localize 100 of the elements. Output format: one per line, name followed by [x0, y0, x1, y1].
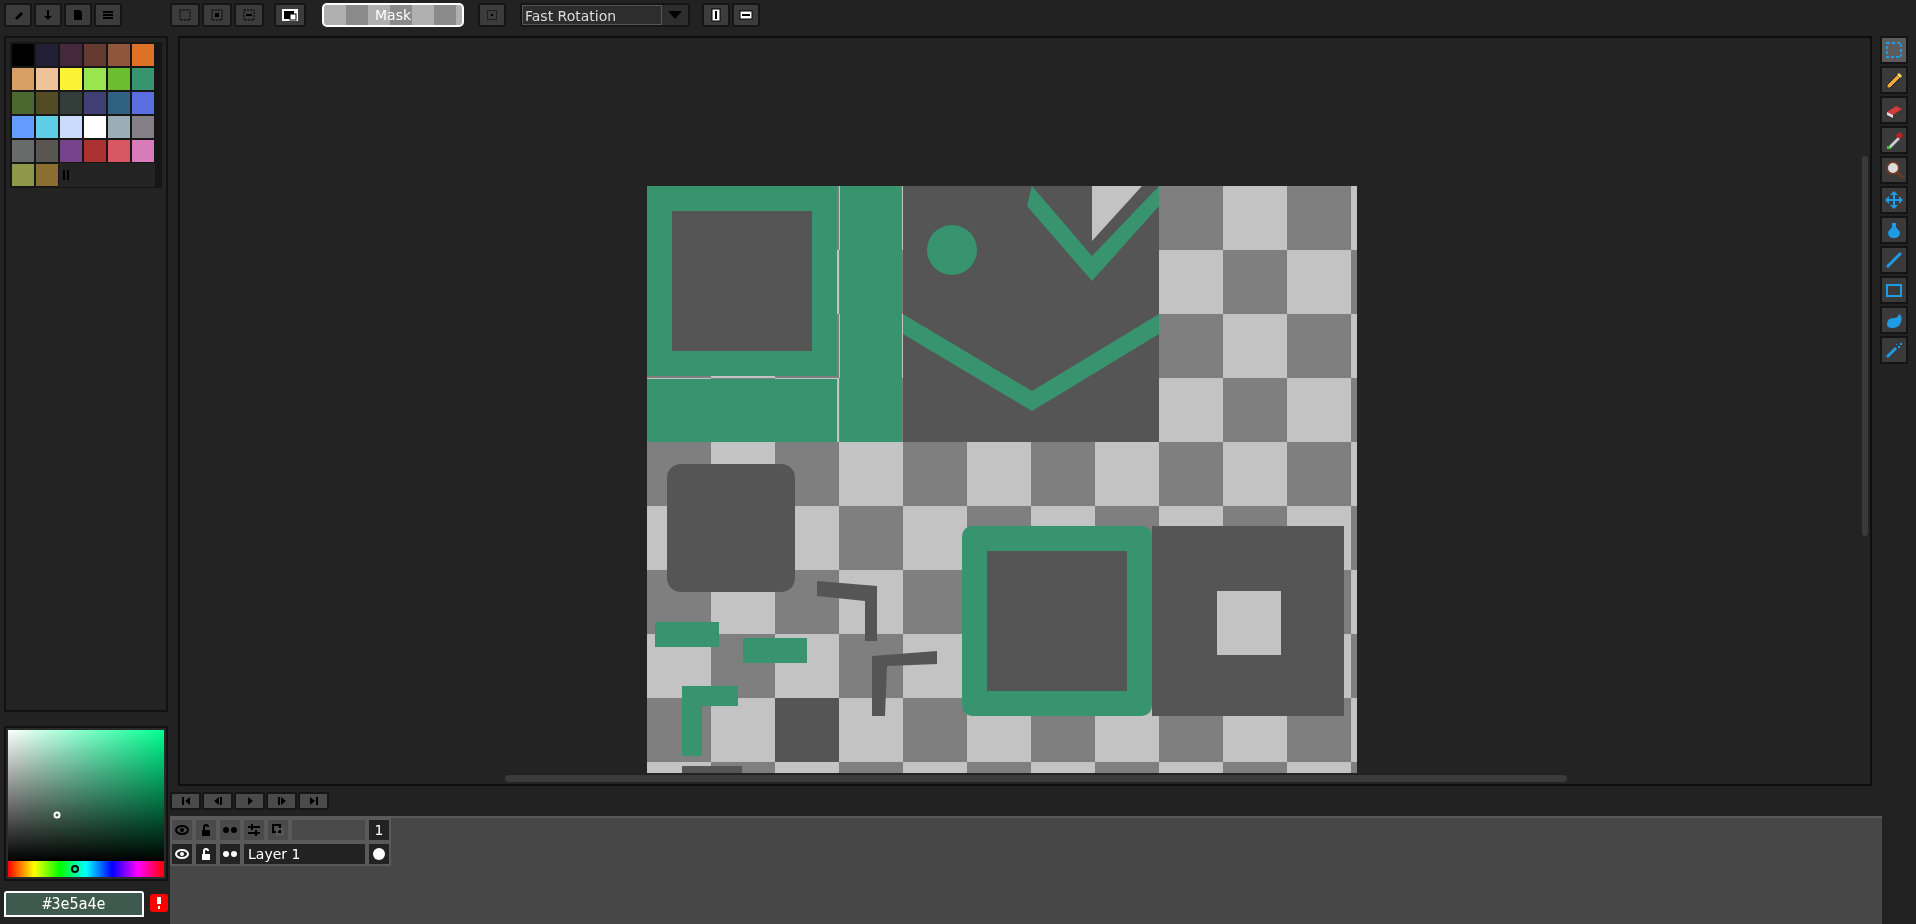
- flip-icon: [711, 8, 721, 22]
- linked-dots-icon: [223, 850, 237, 858]
- spray-icon: [1884, 340, 1904, 360]
- layer-name[interactable]: Layer 1: [242, 842, 367, 866]
- pencil-icon: [1884, 70, 1904, 90]
- eye-icon: [175, 849, 189, 859]
- palette-swatch[interactable]: [36, 164, 58, 186]
- rectangle-tool-button[interactable]: [1880, 276, 1908, 304]
- palette-swatch[interactable]: [36, 68, 58, 90]
- dashed-square-icon: [211, 9, 223, 21]
- toggle-lock-button[interactable]: [194, 818, 218, 842]
- import-button[interactable]: [34, 3, 62, 27]
- palette-swatch[interactable]: [108, 140, 130, 162]
- palette-swatch[interactable]: [12, 140, 34, 162]
- palette-swatch[interactable]: [12, 92, 34, 114]
- onion-skin-button[interactable]: [266, 818, 290, 842]
- palette-swatch[interactable]: [108, 92, 130, 114]
- palette-swatch[interactable]: [36, 140, 58, 162]
- picker-cursor[interactable]: [53, 811, 61, 819]
- step-back-icon: [212, 796, 223, 806]
- palette-swatch[interactable]: [60, 44, 82, 66]
- palette-swatch[interactable]: [84, 92, 106, 114]
- rotation-dropdown[interactable]: Fast Rotation: [520, 3, 690, 27]
- palette-swatch[interactable]: [60, 68, 82, 90]
- play-button[interactable]: [234, 792, 265, 810]
- grip-icon: [63, 170, 69, 180]
- flip-icon: [739, 10, 753, 20]
- previous-frame-button[interactable]: [202, 792, 233, 810]
- palette-swatch[interactable]: [84, 116, 106, 138]
- palette-swatch[interactable]: [12, 68, 34, 90]
- palette-swatch[interactable]: [108, 68, 130, 90]
- frame-number[interactable]: 1: [367, 818, 391, 842]
- hex-color-field[interactable]: #3e5a4e: [4, 891, 144, 917]
- palette-swatch[interactable]: [132, 44, 154, 66]
- palette-swatch[interactable]: [132, 116, 154, 138]
- next-frame-button[interactable]: [266, 792, 297, 810]
- palette-swatch[interactable]: [60, 92, 82, 114]
- skip-forward-icon: [308, 796, 319, 806]
- hue-slider[interactable]: [8, 861, 164, 877]
- hue-slider-thumb[interactable]: [71, 865, 80, 874]
- menu-icon: [103, 10, 113, 20]
- palette-swatch[interactable]: [132, 140, 154, 162]
- new-button[interactable]: [4, 3, 32, 27]
- link-toggle[interactable]: [218, 842, 242, 866]
- palette-swatch[interactable]: [12, 164, 34, 186]
- blob-tool-button[interactable]: [1880, 306, 1908, 334]
- palette-swatch[interactable]: [108, 44, 130, 66]
- unlocked-icon: [200, 848, 212, 860]
- last-frame-button[interactable]: [298, 792, 329, 810]
- zoom-tool-button[interactable]: [1880, 156, 1908, 184]
- lock-toggle[interactable]: [194, 842, 218, 866]
- palette-swatch[interactable]: [132, 68, 154, 90]
- eraser-tool-button[interactable]: [1880, 96, 1908, 124]
- grid-button[interactable]: [478, 3, 506, 27]
- select-all-button[interactable]: [170, 3, 200, 27]
- caret-down-icon: [668, 11, 682, 19]
- palette-swatch[interactable]: [84, 68, 106, 90]
- exclamation-icon: [156, 897, 162, 909]
- palette-swatch[interactable]: [36, 44, 58, 66]
- color-picker-square[interactable]: [8, 730, 164, 862]
- palette-swatch[interactable]: [108, 116, 130, 138]
- filled-circle-icon: [373, 848, 385, 860]
- warning-button[interactable]: [150, 894, 168, 912]
- line-icon: [1884, 250, 1904, 270]
- select-icon: [1884, 40, 1904, 60]
- palette-swatch[interactable]: [36, 92, 58, 114]
- palette-swatch[interactable]: [84, 44, 106, 66]
- bucket-tool-button[interactable]: [1880, 216, 1908, 244]
- down-arrow-icon: [43, 10, 53, 20]
- visibility-toggle[interactable]: [170, 842, 194, 866]
- first-frame-button[interactable]: [170, 792, 201, 810]
- palette-swatch[interactable]: [36, 116, 58, 138]
- horizontal-scrollbar[interactable]: [505, 775, 1567, 782]
- flip-horizontal-button[interactable]: [702, 3, 730, 27]
- spray-tool-button[interactable]: [1880, 336, 1908, 364]
- pencil-tool-button[interactable]: [1880, 66, 1908, 94]
- line-tool-button[interactable]: [1880, 246, 1908, 274]
- palette-swatch[interactable]: [60, 116, 82, 138]
- toggle-visibility-button[interactable]: [170, 818, 194, 842]
- flip-vertical-button[interactable]: [732, 3, 760, 27]
- lock-icon: [200, 824, 212, 836]
- move-tool-button[interactable]: [1880, 186, 1908, 214]
- palette-swatch[interactable]: [60, 140, 82, 162]
- save-button[interactable]: [64, 3, 92, 27]
- invert-select-button[interactable]: [234, 3, 264, 27]
- palette-swatch[interactable]: [84, 140, 106, 162]
- dropdown-value: Fast Rotation: [522, 5, 662, 25]
- dashed-square-icon: [179, 9, 191, 21]
- linked-dots-icon: [223, 826, 237, 834]
- select-tool-button[interactable]: [1880, 36, 1908, 64]
- frame-cel[interactable]: [367, 842, 391, 866]
- select-inner-button[interactable]: [202, 3, 232, 27]
- menu-button[interactable]: [94, 3, 122, 27]
- palette-swatch[interactable]: [132, 92, 154, 114]
- canvas-viewport[interactable]: [178, 36, 1872, 786]
- mask-mode-button[interactable]: [274, 3, 306, 27]
- mask-icon: [282, 9, 298, 21]
- palette-swatch[interactable]: [12, 116, 34, 138]
- file-icon: [73, 10, 83, 20]
- picker-tool-button[interactable]: [1880, 126, 1908, 154]
